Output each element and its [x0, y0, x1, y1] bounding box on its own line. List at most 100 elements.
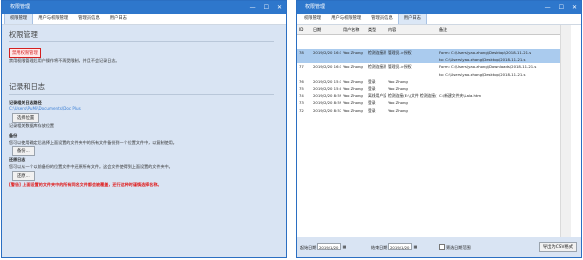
- log-table: ID 日期 用户名称 类型 内容 备注 782019/2/20 16:14Yao…: [297, 25, 571, 237]
- table-cell-content: 管理员->授权: [388, 64, 412, 70]
- table-row[interactable]: to: C:\Users\yao.zhong\Desktop\2018-11-2…: [297, 71, 571, 78]
- table-cell-user: Yao Zhong: [343, 50, 363, 55]
- table-cell-type: [366, 71, 386, 78]
- table-cell-content: [386, 56, 437, 63]
- choose-location-button[interactable]: 选择位置: [12, 113, 40, 123]
- table-cell-type: 检测连接测试: [368, 50, 386, 55]
- maximize-button[interactable]: ☐: [264, 1, 269, 14]
- tab-users-permissions[interactable]: 用户与权限管理: [326, 14, 366, 24]
- table-row[interactable]: 762019/2/20 15:10Yao Zhong登录Yao Zhong: [297, 78, 571, 85]
- table-row[interactable]: to: C:\Users\yao.zhong\Desktop\2018-11-2…: [297, 56, 571, 64]
- log-path-value[interactable]: C:\Users\PuMi\Documents\Doc Plus: [9, 106, 81, 111]
- table-cell-user: Yao Zhong: [343, 85, 363, 91]
- restore-description: 您可以从一个以前备份的位置文件中还原所有文件。这会文件使得到上面设置的文件夹中。: [9, 164, 173, 169]
- table-cell-note: to: C:\Users\yao.zhong\Desktop\2018-11-2…: [439, 71, 526, 77]
- disable-permissions-button[interactable]: 禁用权限管理: [9, 48, 41, 58]
- table-cell-type: 登录: [368, 85, 376, 91]
- table-cell-id: 75: [299, 85, 304, 91]
- table-cell-id: 76: [299, 78, 304, 84]
- column-header-user[interactable]: 用户名称: [341, 25, 366, 34]
- table-cell-type: 登录: [368, 107, 376, 113]
- table-cell-content: 管理员->授权: [388, 50, 412, 55]
- table-row[interactable]: 74 2019/2/20 8:59Yao Zhong 离线用户设置检测连接(E:\)…: [297, 92, 571, 99]
- export-csv-button[interactable]: 导出为CSV格式: [538, 242, 577, 252]
- backup-button[interactable]: 备份...: [12, 146, 35, 156]
- table-cell-date: 2019/2/20 15:10: [313, 78, 341, 84]
- table-cell-date: 2019/2/20 8:57: [313, 107, 341, 113]
- log-path-hint: 记录相关数据库存放位置: [9, 123, 55, 128]
- column-header-type[interactable]: 类型: [366, 25, 386, 34]
- section-heading-permissions: 权限管理: [9, 30, 38, 39]
- table-cell-id: 78: [299, 50, 304, 55]
- table-cell-content: [386, 71, 437, 78]
- table-row[interactable]: 73 2019/2/20 8:59 Yao Zhong 登录 Yao Zhong: [297, 99, 571, 106]
- table-cell-type: 登录: [368, 100, 376, 106]
- table-cell-id: 73: [299, 100, 304, 106]
- tab-permissions[interactable]: 权限管理: [4, 14, 34, 24]
- maximize-button[interactable]: ☐: [559, 1, 564, 14]
- table-cell-type: 离线用户设置: [368, 93, 386, 99]
- divider: [9, 94, 274, 95]
- table-cell-user: Yao Zhong: [343, 107, 363, 113]
- table-cell-user: [341, 56, 366, 63]
- table-cell-date: 2019/2/20 16:14: [313, 64, 341, 70]
- table-cell-note: Form: C:\Users\yao.zhong\Downloads\2018-…: [439, 64, 537, 70]
- table-cell-content: Yao Zhong: [388, 100, 408, 106]
- window-title: 权限管理: [305, 4, 326, 10]
- table-cell-id: 74: [299, 93, 304, 99]
- table-header: ID 日期 用户名称 类型 内容 备注: [297, 25, 571, 35]
- table-cell-date: [311, 56, 341, 63]
- table-cell-content: Yao Zhong: [388, 85, 408, 91]
- table-row[interactable]: 752019/2/20 15:06Yao Zhong登录Yao Zhong: [297, 85, 571, 92]
- tab-user-log[interactable]: 用户日志: [105, 14, 132, 24]
- table-row[interactable]: 78 2019/2/20 16:14Yao Zhong 检测连接测试管理员->授权 F…: [297, 49, 571, 57]
- table-cell-id: 72: [299, 107, 304, 113]
- table-cell-content: 检测连接(E:\)文件 检测连接(F): [388, 93, 437, 99]
- table-cell-user: Yao Zhong: [343, 93, 363, 99]
- table-row[interactable]: 72 2019/2/20 8:57 Yao Zhong 登录 Yao Zhong: [297, 107, 571, 114]
- table-cell-note: [437, 99, 549, 106]
- date-range-checkbox[interactable]: [439, 244, 445, 250]
- table-row[interactable]: 77 2019/2/20 16:14Yao Zhong 检测连接测试管理员->授权 F…: [297, 63, 571, 70]
- table-cell-date: [311, 71, 341, 78]
- end-date-input[interactable]: 2019/1/20: [388, 243, 412, 250]
- tab-bar: 权限管理 用户与权限管理 管理员信息 用户日志: [297, 14, 581, 25]
- log-pane: ID 日期 用户名称 类型 内容 备注 782019/2/20 16:14Yao…: [297, 25, 581, 257]
- tab-admin-info[interactable]: 管理员信息: [73, 14, 104, 24]
- column-header-id[interactable]: ID: [297, 25, 311, 34]
- column-header-content[interactable]: 内容: [386, 25, 437, 34]
- column-header-date[interactable]: 日期: [311, 25, 341, 34]
- permissions-description: 禁用权限管理后用户操作将不再受限制，并且不会记录日志。: [9, 58, 120, 63]
- tab-admin-info[interactable]: 管理员信息: [366, 14, 397, 24]
- table-cell-content: Yao Zhong: [388, 107, 408, 113]
- title-bar: 权限管理 — ☐ ✕: [2, 1, 286, 14]
- tab-permissions[interactable]: 权限管理: [299, 14, 326, 24]
- table-cell-note: C:\新建文件夹\Lala.htm: [439, 93, 482, 99]
- tab-users-permissions[interactable]: 用户与权限管理: [33, 14, 73, 24]
- table-cell-date: 2019/2/20 15:06: [313, 85, 341, 91]
- table-cell-type: 检测连接测试: [368, 64, 386, 70]
- restore-button[interactable]: 还原...: [12, 171, 35, 181]
- divider: [9, 41, 274, 42]
- minimize-button[interactable]: —: [250, 1, 256, 14]
- end-date-label: 结束日期: [371, 245, 388, 250]
- close-button[interactable]: ✕: [572, 1, 577, 14]
- tab-user-log[interactable]: 用户日志: [397, 14, 427, 24]
- settings-window: 权限管理 — ☐ ✕ 权限管理 用户与权限管理 管理员信息 用户日志 权限管理 …: [1, 0, 287, 258]
- table-cell-id: [297, 56, 311, 63]
- table-cell-date: 2019/2/20 8:59: [313, 93, 341, 99]
- tab-bar: 权限管理 用户与权限管理 管理员信息 用户日志: [2, 14, 286, 25]
- start-date-input[interactable]: 2019/1/20: [317, 243, 341, 250]
- calendar-icon[interactable]: ▦: [413, 243, 418, 250]
- calendar-icon[interactable]: ▦: [342, 243, 347, 250]
- close-button[interactable]: ✕: [277, 1, 282, 14]
- table-cell-user: Yao Zhong: [343, 64, 363, 70]
- section-heading-logs: 记录和日志: [9, 82, 45, 91]
- table-cell-content: Yao Zhong: [388, 78, 408, 84]
- vertical-scrollbar[interactable]: [560, 25, 571, 237]
- table-cell-note: [437, 85, 549, 92]
- minimize-button[interactable]: —: [545, 1, 551, 14]
- column-header-note[interactable]: 备注: [437, 25, 549, 34]
- table-cell-type: 登录: [368, 78, 376, 84]
- window-title: 权限管理: [10, 4, 31, 10]
